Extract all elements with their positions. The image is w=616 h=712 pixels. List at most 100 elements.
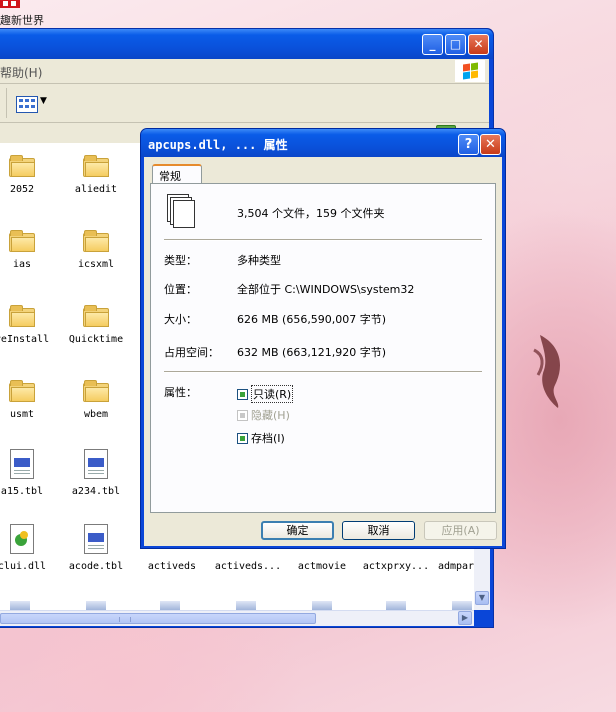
scroll-down-arrow-icon[interactable]: ▼	[475, 591, 489, 605]
folder-icon	[9, 380, 35, 402]
file-name: usmt	[7, 409, 37, 420]
folder-icon	[9, 155, 35, 177]
dialog-title: apcups.dll, ... 属性	[148, 138, 288, 152]
checkbox-indeterminate-icon	[237, 388, 248, 400]
file-name: a15.tbl	[0, 486, 46, 497]
folder-icon	[9, 230, 35, 252]
scroll-right-arrow-icon[interactable]: ▶	[458, 611, 472, 625]
file-icon	[452, 601, 472, 610]
file-item[interactable]: aliedit	[58, 155, 134, 195]
archive-label: 存档(I)	[251, 432, 285, 445]
windows-logo-icon	[455, 60, 485, 82]
general-panel: 3,504 个文件，159 个文件夹 类型： 多种类型 位置： 全部位于 C:\…	[150, 183, 496, 513]
file-icon	[160, 601, 180, 610]
tattoo-decoration	[533, 335, 560, 408]
type-value: 多种类型	[237, 254, 281, 267]
file-name: Quicktime	[66, 334, 126, 345]
file-item[interactable]: actmovie	[284, 559, 360, 572]
archive-checkbox[interactable]: 存档(I)	[237, 430, 285, 446]
file-name: admpar	[435, 561, 474, 572]
file-item[interactable]: icsxml	[58, 230, 134, 270]
dialog-body: 常规 3,504 个文件，159 个文件夹 类型： 多种类型 位置： 全部位于 …	[144, 157, 502, 546]
file-item[interactable]: activeds...	[210, 559, 286, 572]
checkbox-indeterminate-icon	[237, 432, 248, 444]
type-label: 类型：	[164, 254, 197, 267]
close-button[interactable]: ✕	[468, 34, 489, 55]
file-name: icsxml	[75, 259, 117, 270]
size-value: 626 MB (656,590,007 字节)	[237, 313, 387, 326]
file-item[interactable]: Quicktime	[58, 305, 134, 345]
file-icon	[10, 601, 30, 610]
disk-size-label: 占用空间：	[164, 346, 219, 359]
dialog-titlebar[interactable]: apcups.dll, ... 属性 ? ✕	[141, 129, 505, 157]
readonly-checkbox[interactable]: 只读(R)	[237, 385, 294, 403]
file-item[interactable]: acode.tbl	[58, 524, 134, 572]
folder-icon	[9, 305, 35, 327]
disk-size-value: 632 MB (663,121,920 字节)	[237, 346, 387, 359]
file-item[interactable]: admpar	[418, 559, 474, 572]
views-icon	[16, 96, 38, 113]
file-icon	[386, 601, 406, 610]
file-icon	[312, 601, 332, 610]
dll-icon	[10, 524, 34, 554]
ok-button[interactable]: 确定	[261, 521, 334, 540]
size-label: 大小：	[164, 313, 197, 326]
help-button[interactable]: ?	[458, 134, 479, 155]
checkbox-indeterminate-icon	[237, 409, 248, 421]
selection-summary: 3,504 个文件，159 个文件夹	[237, 207, 385, 220]
file-icon	[86, 601, 106, 610]
file-name: ias	[10, 259, 34, 270]
scrollbar-thumb[interactable]	[0, 613, 316, 624]
file-item[interactable]: ias	[0, 230, 60, 270]
tab-general[interactable]: 常规	[152, 164, 202, 184]
file-name: aliedit	[72, 184, 120, 195]
hidden-label: 隐藏(H)	[251, 409, 290, 422]
attributes-label: 属性：	[164, 386, 197, 399]
file-item[interactable]: clui.dll	[0, 524, 60, 572]
apply-button[interactable]: 应用(A)	[424, 521, 497, 540]
hidden-checkbox[interactable]: 隐藏(H)	[237, 407, 290, 423]
toolbar: ▼	[0, 84, 489, 123]
desktop-label[interactable]: 趣新世界	[0, 12, 44, 28]
file-name: a234.tbl	[69, 486, 123, 497]
folder-icon	[83, 380, 109, 402]
file-item[interactable]: activeds	[134, 559, 210, 572]
chevron-down-icon: ▼	[40, 96, 47, 106]
maximize-button[interactable]: □	[445, 34, 466, 55]
multiple-files-icon	[167, 194, 199, 228]
file-item[interactable]: wbem	[58, 380, 134, 420]
file-item[interactable]: a234.tbl	[58, 449, 134, 497]
toolbar-separator	[6, 88, 7, 118]
horizontal-scrollbar[interactable]: ▶	[0, 610, 474, 626]
file-name: 2052	[7, 184, 37, 195]
views-button[interactable]: ▼	[16, 92, 50, 114]
file-icon	[236, 601, 256, 610]
file-name: clui.dll	[0, 561, 49, 572]
file-item[interactable]: reInstall	[0, 305, 60, 345]
document-icon	[84, 524, 108, 554]
file-name: acode.tbl	[66, 561, 126, 572]
location-label: 位置：	[164, 283, 197, 296]
minimize-button[interactable]: _	[422, 34, 443, 55]
file-item[interactable]: 2052	[0, 155, 60, 195]
menu-bar: 帮助(H)	[0, 59, 489, 84]
cancel-button[interactable]: 取消	[342, 521, 415, 540]
file-name: activeds	[145, 561, 199, 572]
properties-dialog: apcups.dll, ... 属性 ? ✕ 常规 3,504 个文件，159 …	[140, 128, 506, 549]
divider	[164, 239, 482, 241]
document-icon	[10, 449, 34, 479]
menu-help[interactable]: 帮助(H)	[0, 64, 42, 81]
document-icon	[84, 449, 108, 479]
folder-icon	[83, 155, 109, 177]
divider	[164, 371, 482, 373]
readonly-label: 只读(R)	[251, 385, 294, 403]
file-name: activeds...	[212, 561, 284, 572]
folder-icon	[83, 305, 109, 327]
close-button[interactable]: ✕	[480, 134, 501, 155]
explorer-titlebar[interactable]: _ □ ✕	[0, 29, 493, 59]
location-value: 全部位于 C:\WINDOWS\system32	[237, 283, 415, 296]
file-item[interactable]: a15.tbl	[0, 449, 60, 497]
file-item[interactable]: usmt	[0, 380, 60, 420]
desktop-icon-red	[0, 0, 20, 8]
file-name: reInstall	[0, 334, 52, 345]
